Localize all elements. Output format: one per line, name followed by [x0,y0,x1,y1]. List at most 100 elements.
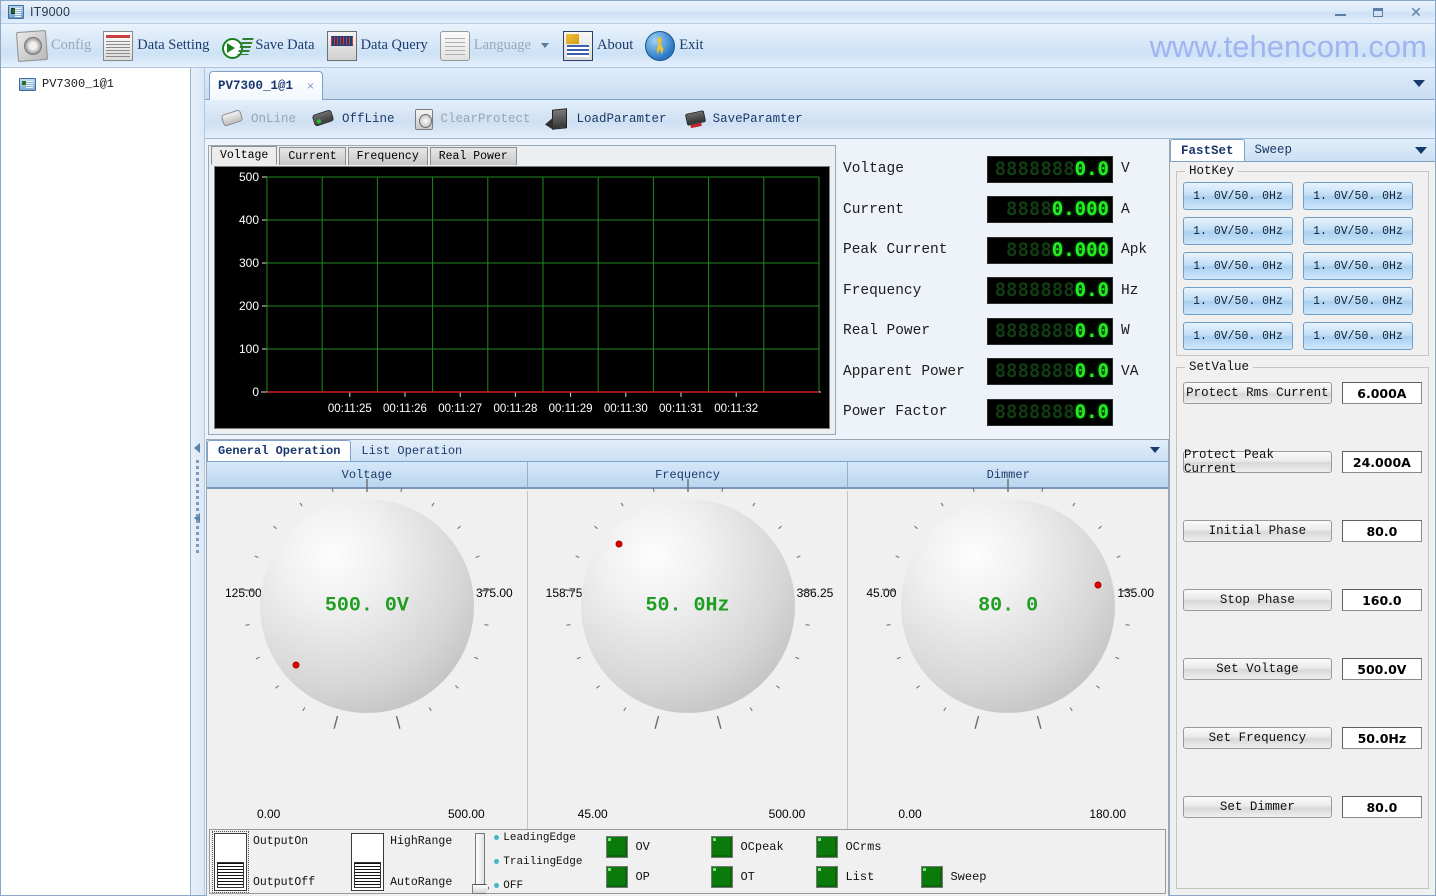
setvalue-button-stop-phase[interactable]: Stop Phase [1183,589,1332,611]
x-tick-label: 00:11:25 [328,403,372,415]
hotkey-button-4[interactable]: 1. 0V/50. 0Hz [1303,217,1413,245]
readout-unit: A [1121,201,1130,218]
tab-overflow-chevron-icon[interactable] [1413,80,1425,87]
readout-led-display: 8888 0.000 [987,236,1113,264]
device-toolbar-item-load-parameter[interactable]: LoadParamter [539,102,675,136]
tab-list-operation[interactable]: List Operation [351,440,472,461]
toolbar-item-config[interactable]: Config [11,26,97,66]
range-toggle[interactable] [351,832,385,891]
readout-unit: Apk [1121,242,1148,259]
device-toolbar-item-offline[interactable]: OffLine [304,102,403,136]
slider-handle[interactable] [472,883,490,894]
output-toggle[interactable] [212,830,249,893]
knob-voltage-knob[interactable]: 500. 0V [232,471,502,741]
operation-overflow-chevron-icon[interactable] [1150,447,1160,453]
setvalue-group: SetValue Protect Rms Current 6.000A Protec… [1176,360,1429,889]
output-toggle-labels: OutputOn OutputOff [253,833,315,891]
toolbar-item-exit[interactable]: Exit [639,26,709,66]
tree-item-label: PV7300_1@1 [42,77,115,91]
minimize-button[interactable] [1321,2,1359,23]
toolbar-item-data-query[interactable]: Data Query [321,26,434,66]
device-toolbar-label-online: OnLine [251,112,297,126]
tab-sweep[interactable]: Sweep [1245,139,1303,161]
indicator-op: OP [606,862,711,892]
knob-dial[interactable]: 50. 0Hz [580,499,795,713]
tree-item-device[interactable]: PV7300_1@1 [19,77,190,91]
setvalue-input-protect-peak-current[interactable]: 24.000A [1341,451,1422,473]
close-icon: ✕ [1410,4,1422,20]
knob-pointer-dot[interactable] [615,540,623,548]
toolbar-item-save-data[interactable]: Save Data [215,26,320,66]
readout-value: 0.0 [1074,400,1109,423]
device-toolbar-item-online[interactable]: OnLine [213,102,304,136]
device-toolbar-label-clear-protect: ClearProtect [440,112,531,126]
chart-tab-frequency[interactable]: Frequency [347,147,428,165]
setvalue-button-set-frequency[interactable]: Set Frequency [1183,727,1332,749]
chart-plot-area[interactable]: 0 100 200 300 400 500 00:11:25 00:11:26 00:11:27… [214,166,830,429]
edge-option-trailing[interactable]: TrailingEdge [494,856,582,868]
hotkey-button-9[interactable]: 1. 0V/50. 0Hz [1183,322,1293,350]
maximize-button[interactable] [1359,2,1397,23]
toolbar-label-save-data: Save Data [255,37,315,53]
hotkey-button-1[interactable]: 1. 0V/50. 0Hz [1183,182,1293,210]
readout-dim-digits: 8888 [1006,238,1052,261]
chart-tab-real-power[interactable]: Real Power [429,147,517,165]
readout-label: Real Power [843,323,931,340]
setvalue-input-set-frequency[interactable]: 50.0Hz [1341,727,1422,749]
knob-dimmer-knob[interactable]: 80. 0 [873,471,1143,741]
edge-slider[interactable] [472,832,490,894]
toolbar-item-about[interactable]: About [557,26,639,66]
setvalue-input-initial-phase[interactable]: 80.0 [1341,520,1422,542]
setvalue-input-stop-phase[interactable]: 160.0 [1341,589,1422,611]
chart-tab-current[interactable]: Current [279,147,346,165]
device-toolbar-item-clear-protect[interactable]: ClearProtect [403,102,539,136]
setvalue-button-protect-rms-current[interactable]: Protect Rms Current [1183,382,1332,404]
edge-option-leading[interactable]: LeadingEdge [494,832,582,844]
knob-pointer-dot[interactable] [1094,581,1102,589]
hotkey-button-10[interactable]: 1. 0V/50. 0Hz [1303,322,1413,350]
readout-led-display: 8888 0.000 [987,196,1113,224]
readout-label: Peak Current [843,242,948,259]
right-panel-chevron-icon[interactable] [1415,147,1427,154]
knob-row: 250.00125.00375.000.00500.00500. 0V272.5… [207,479,1168,829]
knob-frequency-knob[interactable]: 50. 0Hz [553,471,823,741]
readout-dim-digits: 8888888 [994,157,1075,180]
toolbar-item-language[interactable]: Language [434,26,557,66]
collapse-left-arrow-icon[interactable] [194,443,200,453]
knob-cell-frequency-knob: 272.50158.75386.2545.00500.0050. 0Hz [528,479,849,829]
hotkey-button-6[interactable]: 1. 0V/50. 0Hz [1303,252,1413,280]
setvalue-button-protect-peak-current[interactable]: Protect Peak Current [1183,448,1332,476]
knob-pointer-dot[interactable] [292,661,300,669]
indicator-label: Sweep [950,869,987,884]
device-tab-pv7300[interactable]: PV7300_1@1 × [209,71,324,100]
setvalue-input-protect-rms-current[interactable]: 6.000A [1341,382,1422,404]
tab-fastset[interactable]: FastSet [1170,139,1245,161]
chevron-down-icon[interactable] [540,43,549,48]
edge-option-off[interactable]: OFF [494,880,582,892]
chart-tab-voltage[interactable]: Voltage [211,146,278,165]
title-bar: IT9000 ✕ [1,1,1435,24]
vertical-splitter[interactable] [191,68,205,895]
close-icon[interactable]: × [307,79,314,93]
setvalue-button-set-dimmer[interactable]: Set Dimmer [1183,796,1332,818]
hotkey-button-7[interactable]: 1. 0V/50. 0Hz [1183,287,1293,315]
range-toggle-group: HighRange AutoRange [351,832,452,891]
device-toolbar-item-save-parameter[interactable]: SaveParamter [675,102,811,136]
hotkey-button-3[interactable]: 1. 0V/50. 0Hz [1183,217,1293,245]
readout-label: Apparent Power [843,363,965,380]
hotkey-button-2[interactable]: 1. 0V/50. 0Hz [1303,182,1413,210]
readout-unit: VA [1121,363,1139,380]
toolbar-item-data-setting[interactable]: Data Setting [97,26,215,66]
knob-dial[interactable]: 80. 0 [901,499,1116,713]
minimize-icon [1334,14,1346,16]
setvalue-input-set-voltage[interactable]: 500.0V [1341,658,1422,680]
tab-general-operation[interactable]: General Operation [207,440,352,461]
hotkey-button-5[interactable]: 1. 0V/50. 0Hz [1183,252,1293,280]
setvalue-button-initial-phase[interactable]: Initial Phase [1183,520,1332,542]
setvalue-button-set-voltage[interactable]: Set Voltage [1183,658,1332,680]
close-button[interactable]: ✕ [1397,2,1435,23]
splitter-grip[interactable] [196,460,199,555]
hotkey-button-8[interactable]: 1. 0V/50. 0Hz [1303,287,1413,315]
knob-dial[interactable]: 500. 0V [259,499,474,713]
setvalue-input-set-dimmer[interactable]: 80.0 [1341,796,1422,818]
